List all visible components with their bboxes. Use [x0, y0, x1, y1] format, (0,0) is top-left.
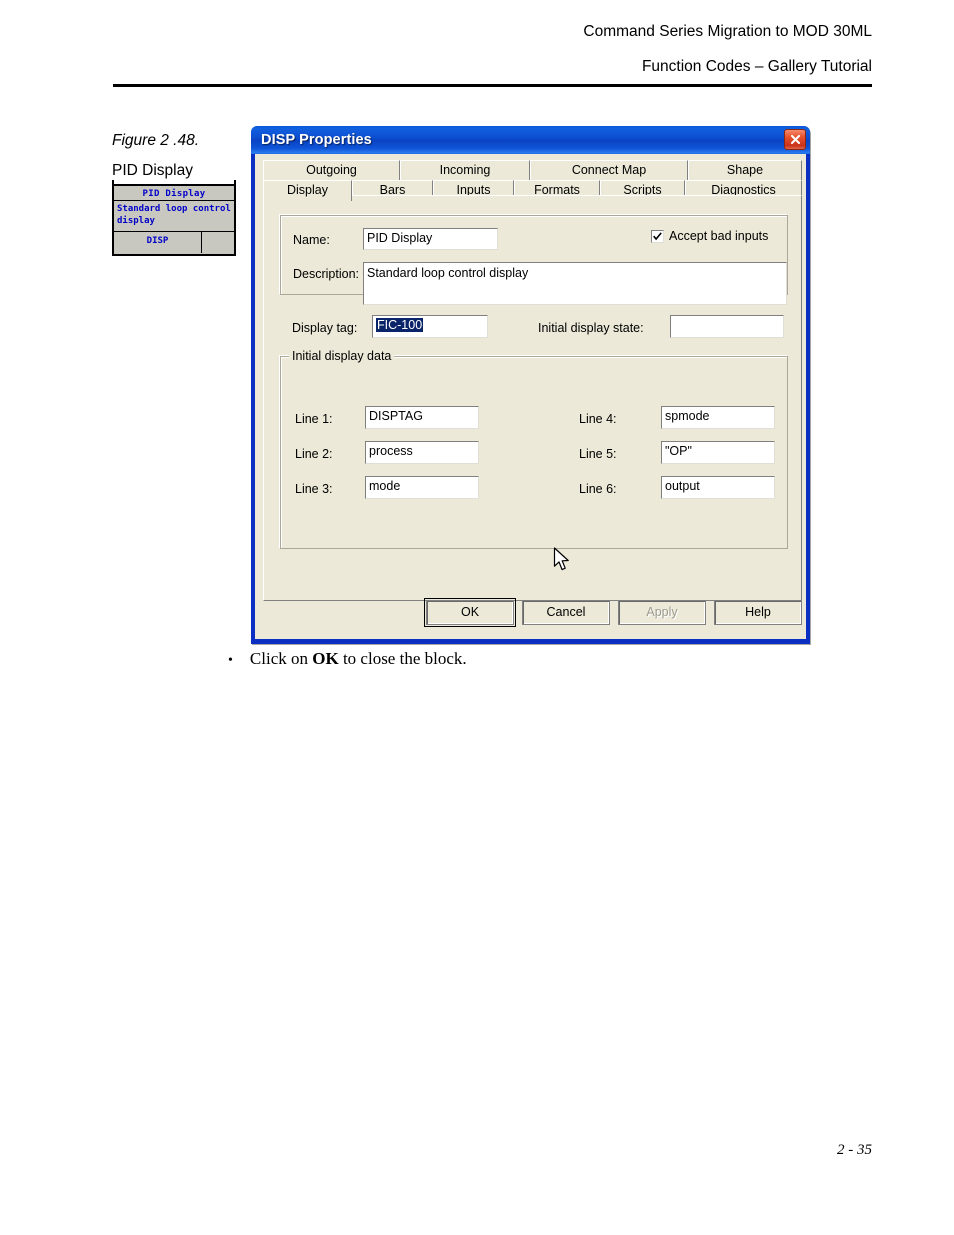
instruction-emphasis: OK [312, 649, 339, 668]
display-tag-label: Display tag: [292, 321, 358, 335]
initial-display-data-legend: Initial display data [289, 349, 395, 363]
block-glyph-footer: DISP [114, 232, 234, 253]
line-6-input[interactable]: output [661, 476, 775, 499]
description-label: Description: [293, 267, 359, 281]
block-glyph-description: Standard loop control display [114, 201, 234, 232]
line-1-label: Line 1: [295, 412, 333, 426]
line-4-input[interactable]: spmode [661, 406, 775, 429]
page-number: 2 - 35 [837, 1142, 872, 1158]
dialog-titlebar[interactable]: DISP Properties [251, 126, 810, 154]
initial-display-state-input[interactable] [670, 315, 784, 338]
name-label: Name: [293, 233, 330, 247]
dialog-body: Outgoing Incoming Connect Map Shape Disp… [255, 154, 806, 639]
name-input[interactable]: PID Display [363, 228, 498, 250]
display-tag-value: FIC-100 [376, 318, 424, 332]
name-description-group: Name: PID Display Accept bad inputs Desc… [280, 215, 788, 305]
dialog-button-row: OK Cancel Apply Help [256, 590, 805, 638]
apply-button: Apply [618, 600, 706, 625]
initial-display-data-group: Initial display data Line 1: DISPTAG Lin… [280, 349, 788, 549]
page-header: Command Series Migration to MOD 30ML Fun… [113, 22, 872, 76]
instruction-prefix: Click on [249, 649, 313, 668]
line-2-label: Line 2: [295, 447, 333, 461]
accept-bad-inputs-checkbox[interactable]: Accept bad inputs [651, 229, 768, 243]
line-1-input[interactable]: DISPTAG [365, 406, 479, 429]
tab-outgoing[interactable]: Outgoing [263, 160, 400, 180]
checkbox-icon [651, 229, 664, 243]
accept-bad-inputs-label: Accept bad inputs [669, 229, 769, 243]
block-glyph-name: PID Display [114, 186, 234, 201]
display-tag-input[interactable]: FIC-100 [372, 315, 488, 338]
display-tab-pane: Name: PID Display Accept bad inputs Desc… [263, 195, 802, 601]
bullet-icon: • [228, 653, 233, 668]
header-title-line2: Function Codes – Gallery Tutorial [641, 58, 872, 75]
tab-row-upper: Outgoing Incoming Connect Map Shape [263, 160, 802, 180]
tab-connect-map[interactable]: Connect Map [530, 160, 688, 180]
figure-caption: Figure 2 .48. PID Display [112, 131, 247, 180]
tab-strip: Outgoing Incoming Connect Map Shape Disp… [263, 160, 802, 201]
close-icon[interactable] [784, 129, 806, 150]
figure-title: PID Display [112, 162, 193, 179]
tab-incoming[interactable]: Incoming [400, 160, 530, 180]
tab-display[interactable]: Display [263, 180, 352, 201]
instruction-text: Click on OK to close the block. [250, 649, 467, 669]
cancel-button[interactable]: Cancel [522, 600, 610, 625]
line-5-label: Line 5: [579, 447, 617, 461]
help-button[interactable]: Help [714, 600, 802, 625]
header-rule [113, 84, 872, 87]
instruction-suffix: to close the block. [338, 649, 467, 668]
line-3-label: Line 3: [295, 482, 333, 496]
pid-display-block-glyph: PID Display Standard loop control displa… [112, 184, 236, 256]
block-glyph-type: DISP [114, 232, 202, 253]
header-title-line1: Command Series Migration to MOD 30ML [583, 23, 872, 40]
line-6-label: Line 6: [579, 482, 617, 496]
dialog-title: DISP Properties [261, 132, 372, 148]
line-2-input[interactable]: process [365, 441, 479, 464]
line-3-input[interactable]: mode [365, 476, 479, 499]
line-4-label: Line 4: [579, 412, 617, 426]
description-input[interactable]: Standard loop control display [363, 262, 787, 305]
initial-display-state-label: Initial display state: [538, 321, 644, 335]
disp-properties-dialog: DISP Properties Outgoing Incoming Connec… [251, 126, 810, 644]
tab-shape[interactable]: Shape [688, 160, 802, 180]
instruction-bullet-item: • Click on OK to close the block. [228, 649, 467, 669]
figure-number: Figure 2 .48. [112, 132, 200, 149]
line-5-input[interactable]: "OP" [661, 441, 775, 464]
ok-button[interactable]: OK [424, 598, 516, 627]
block-glyph-footer-right [202, 232, 234, 253]
